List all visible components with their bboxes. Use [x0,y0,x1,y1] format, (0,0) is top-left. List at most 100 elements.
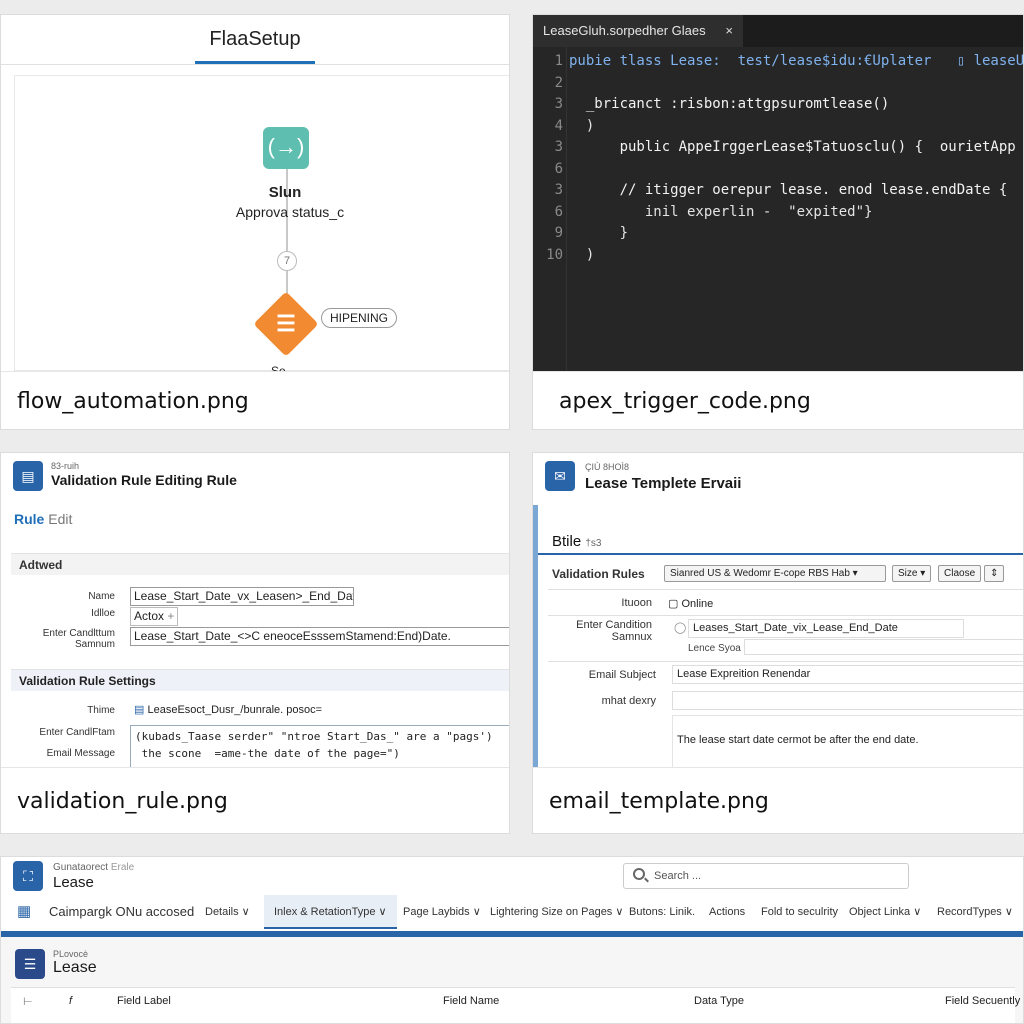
code-line: 3 // itigger oerepur lease. enod lease.e… [554,182,1008,198]
close-icon[interactable]: × [725,15,733,47]
stepper-icon[interactable]: ⇕ [984,565,1005,582]
code-line: 4 ) [554,117,595,134]
idlloe-select[interactable]: Actox + [130,607,178,626]
object-title: Lease [53,874,94,891]
email-template-icon: ✉ [545,461,575,491]
object-header: ⛶ Gunataorect Erale Lease Search ... ▦ C… [1,857,1023,937]
name-input[interactable]: Lease_Start_Date_vx_Leasen>_End_Date [130,587,354,606]
name-label: Name [88,591,115,602]
header-divider [538,553,1023,555]
page-title: Validation Rule Editing Rule [51,472,237,488]
lence-input[interactable] [744,639,1023,655]
add-element-icon[interactable]: 7 [277,251,297,271]
code-line: 1 pubie tlass Lease: test/lease$idu:€Upla… [554,53,1023,69]
code-line: 6 inil experlin - "expited"} [554,203,873,220]
flow-header: FlaaSetup [1,15,509,65]
email-subject-input[interactable]: Lease Expreition Renendar [672,665,1023,684]
object-nav: ▦ Caimpargk ONu accosed Details ∨ Inlex … [1,895,1023,931]
nav-item-lightning-pages[interactable]: Lightering Size on Pages ∨ [490,895,623,929]
code-line: 3 _bricanct :risbon:attgpsuromtlease() [554,96,890,112]
divider [548,661,1023,662]
nav-item-actions[interactable]: Actions [709,895,745,929]
flow-canvas[interactable]: (→) Slun Approva status_c 7 ☰ HIPENING S… [14,75,509,378]
enter-condition-label: Enter Candition Samnux [576,619,652,643]
mhat-label: mhat dexry [601,695,656,707]
divider [548,615,1023,616]
time-value: ▤ LeaseEsoct_Dusr_/bunrale. posoc= [134,704,323,716]
divider [548,589,1023,590]
condition-input[interactable]: Leases_Start_Date_vix_Lease_End_Date [688,619,964,638]
nav-item-object-links[interactable]: Object Linka ∨ [849,895,921,929]
validation-rules-label: Validation Rules [552,567,645,581]
flow-setup-tab[interactable]: FlaaSetup [195,15,315,64]
btile-heading: Btile †s3 [552,533,602,550]
object-breadcrumb: Gunataorect Erale [53,862,135,873]
col-select-icon[interactable]: ⊢ [23,995,33,1008]
email-body-text: The lease start date cermot be after the… [677,734,919,746]
edit-label[interactable]: Edit [48,511,72,527]
rule-edit-heading: Rule Edit [14,511,72,527]
email-template-card: ✉ ÇIÙ 8HOÌ8 Lease Templete Ervaii Btile … [532,452,1024,834]
lence-label: Lence Syoa [688,643,741,654]
template-select[interactable]: Sianred US & Wedomr E-cope RBS Hab ▾ [664,565,886,582]
col-field-label[interactable]: Field Label [117,995,171,1007]
section-settings: Validation Rule Settings [11,669,509,691]
editor-tab[interactable]: LeaseGluh.sorpedher Glaes × [533,15,743,47]
close-button[interactable]: Claose [938,565,982,582]
col-field-security[interactable]: Field Secuently [945,995,1020,1007]
time-label: Thime [87,705,115,716]
breadcrumb: 83-ruih [51,461,80,471]
validation-caption: validation_rule.png [1,767,509,833]
code-line: 2 [554,74,563,91]
decision-icon: ☰ [276,311,296,336]
object-icon: ⛶ [13,861,43,891]
nav-item-page-layouts[interactable]: Page Laybids ∨ [403,895,481,929]
email-template-form: Btile †s3 Validation Rules Sianred US & … [533,505,1023,775]
nav-item-record-types[interactable]: RecordTypes ∨ [937,895,1013,929]
flow-node-title: Slun [268,184,302,201]
code-line: 10 ) [546,246,595,263]
code-lines: 1 pubie tlass Lease: test/lease$idu:€Upla… [533,51,1023,266]
grid-icon[interactable]: ▦ [17,895,31,929]
error-message-textarea[interactable]: (kubads_Taase serder" "ntroe Start_Das_"… [130,725,509,769]
enter-condition-label: Enter Candlttum Samnum [42,628,115,650]
rule-label: Rule [14,511,45,527]
page-title: Lease Templete Ervaii [585,475,742,492]
field-icon: ▤ [134,704,145,716]
email-caption: email_template.png [533,767,1023,833]
nav-item-index-relationtype[interactable]: Inlex & RetationType ∨ [264,895,397,929]
editor-tab-title: LeaseGluh.sorpedher Glaes [543,23,706,38]
nav-item-buttons-links[interactable]: Butons: Linik. [629,895,695,929]
flow-node-subtitle: Approva status_c [235,204,345,220]
fields-breadcrumb: PLovocè [53,949,89,959]
enter-cond2-label: Enter CandlFtam [39,727,115,738]
nav-item-details[interactable]: Details ∨ [205,895,250,929]
idlloe-label: Idlloe [91,608,115,619]
nav-item[interactable]: Caimpargk ONu accosed [49,895,194,929]
validation-rule-icon: ▤ [13,461,43,491]
condition-formula-input[interactable]: Lease_Start_Date_<>C eneoceEsssemStamend… [130,627,509,646]
online-checkbox[interactable]: ▢ Online [668,597,713,610]
email-body-textarea[interactable]: The lease start date cermot be after the… [672,715,1023,775]
flow-caption: flow_automation.png [1,371,509,429]
col-field-name[interactable]: Field Name [443,995,499,1007]
search-input[interactable]: Search ... [623,863,909,889]
editor-tab-bar: LeaseGluh.sorpedher Glaes × [533,15,1023,47]
object-manager-panel: ⛶ Gunataorect Erale Lease Search ... ▦ C… [0,856,1024,1024]
radio-icon[interactable]: ◯ [674,621,686,634]
code-editor[interactable]: LeaseGluh.sorpedher Glaes × 1 pubie tlass… [533,15,1023,371]
code-caption: apex_trigger_code.png [533,371,1023,429]
fields-icon: ☰ [15,949,45,979]
mhat-input[interactable] [672,691,1023,710]
col-data-type[interactable]: Data Type [694,995,744,1007]
breadcrumb: ÇIÙ 8HOÌ8 [585,462,630,472]
size-button[interactable]: Size ▾ [892,565,932,582]
add-icon[interactable]: + [167,609,174,623]
section-adtwed: Adtwed [11,553,509,575]
nav-item-field-security[interactable]: Fold to seculrity [761,895,838,929]
fields-section: ☰ PLovocè Lease [1,937,1023,1023]
email-subject-label: Email Subject [588,669,656,681]
ltuoon-label: Ituoon [621,597,652,609]
flow-start-node[interactable]: (→) [263,127,309,169]
formula-icon: f [69,995,73,1007]
